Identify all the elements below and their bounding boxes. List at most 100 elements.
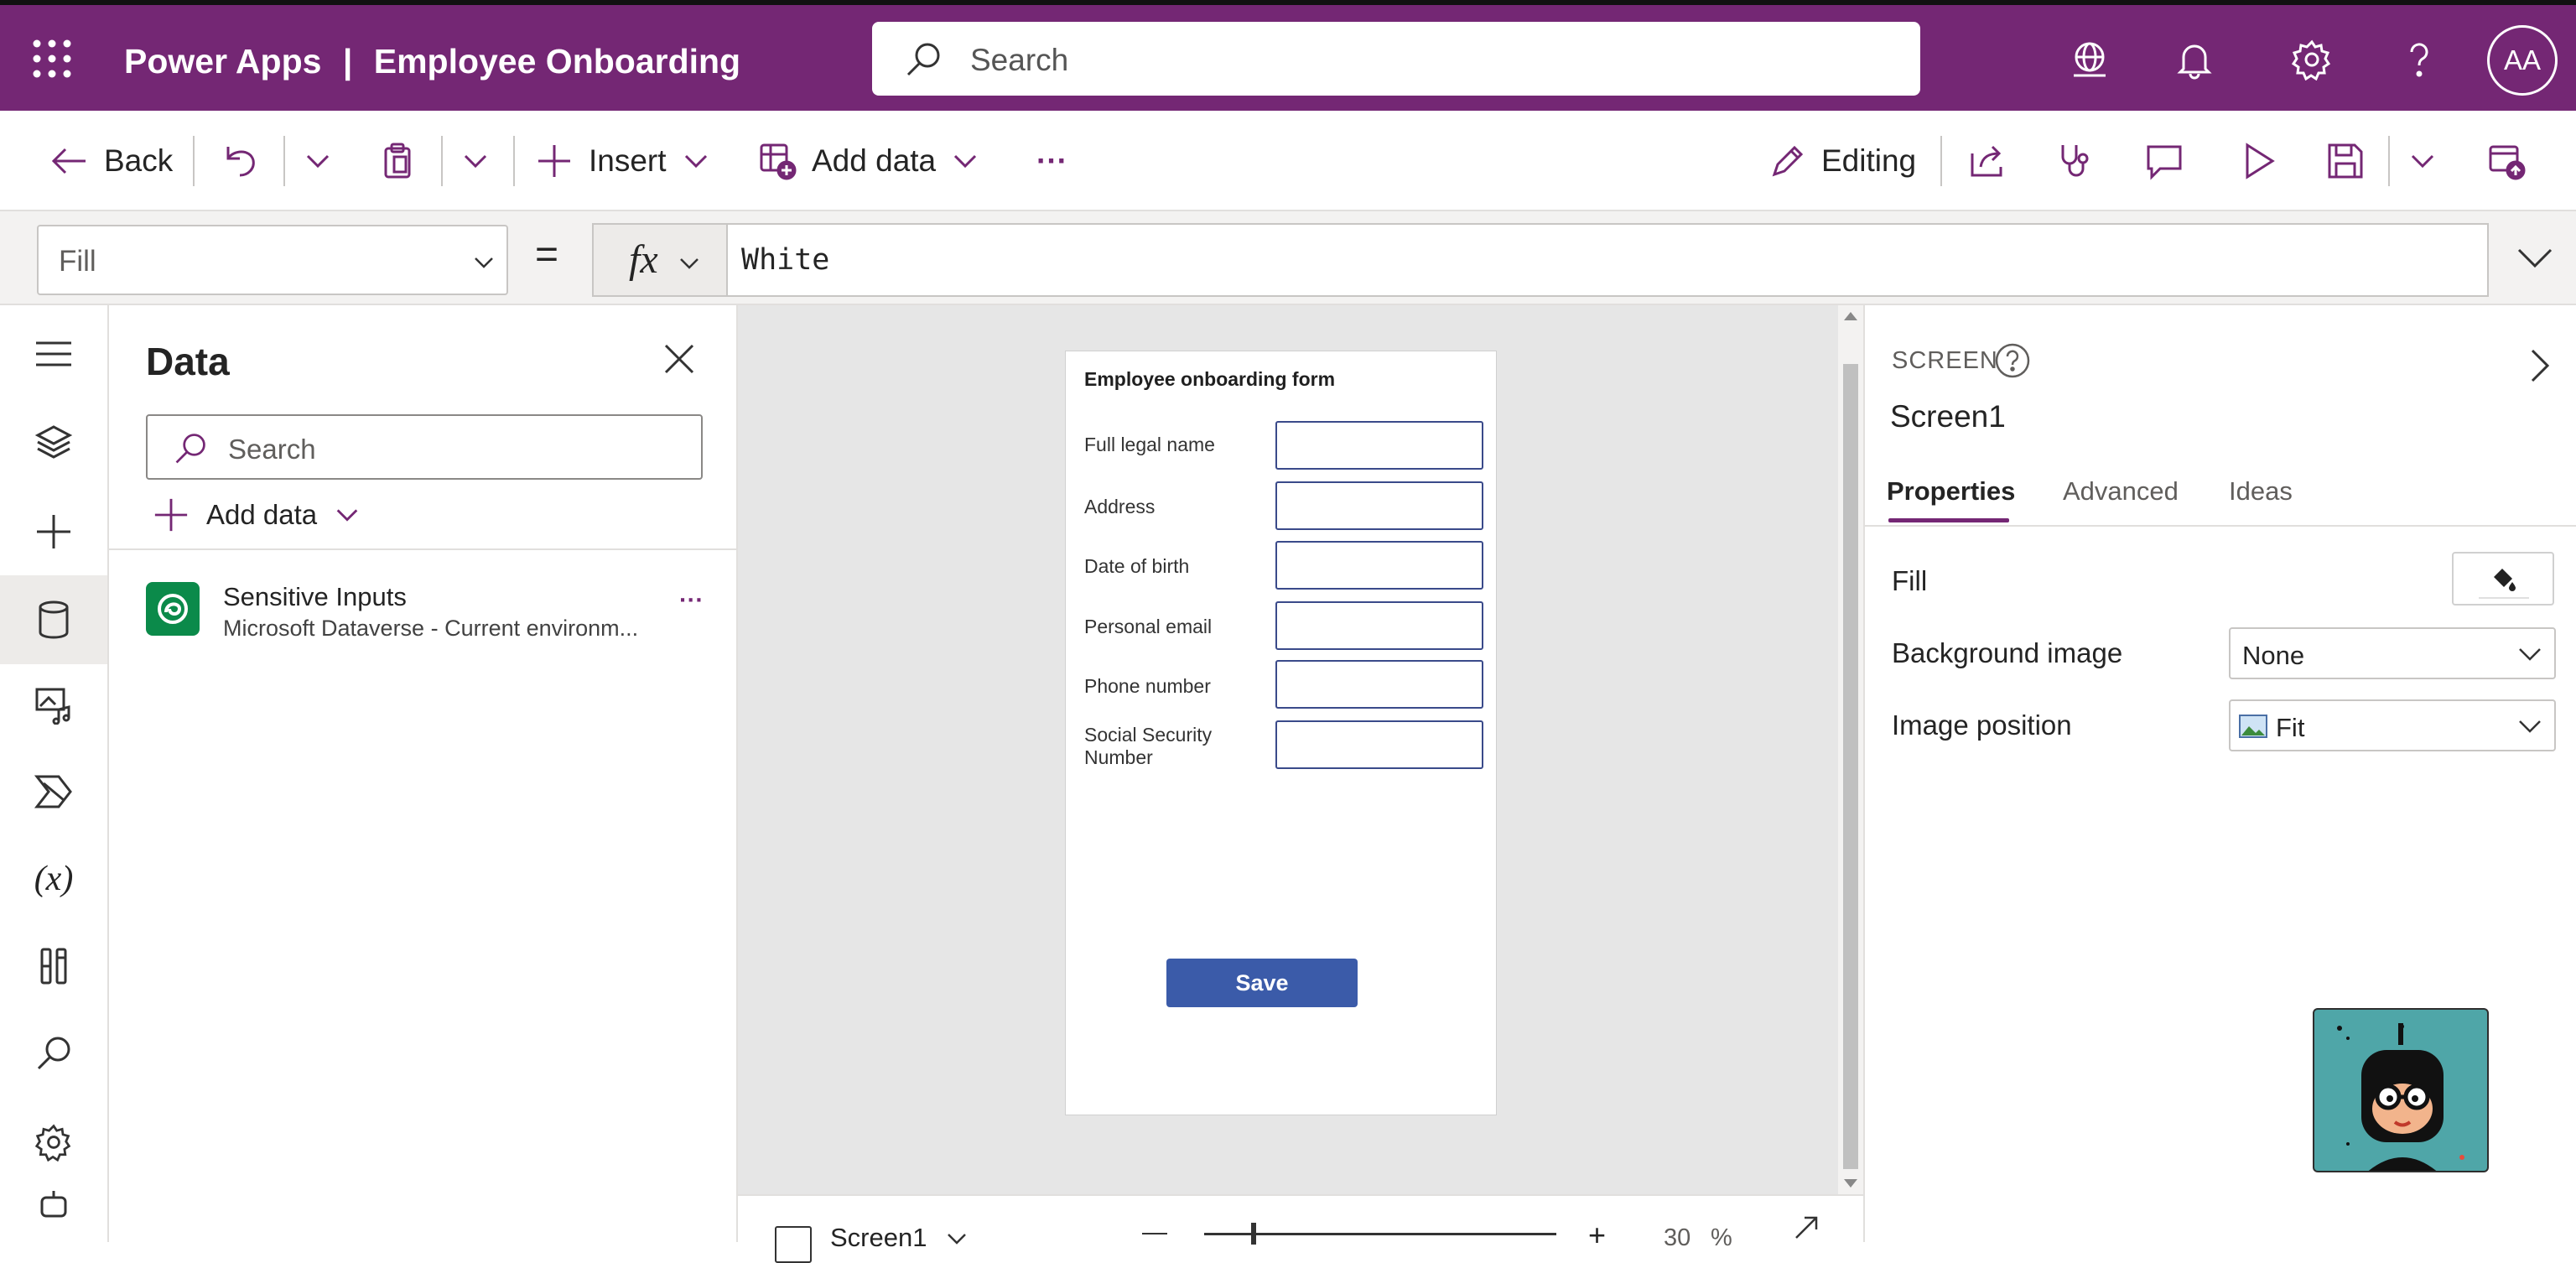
settings-gear-icon[interactable] <box>2291 39 2333 81</box>
paste-button[interactable] <box>379 136 418 186</box>
share-icon[interactable] <box>1967 136 2006 186</box>
insert-plus-icon[interactable] <box>0 491 107 572</box>
form-save-button[interactable]: Save <box>1166 959 1358 1007</box>
add-data-button[interactable]: Add data <box>758 136 979 186</box>
undo-button[interactable] <box>221 136 260 186</box>
separator <box>193 136 195 186</box>
global-search-box[interactable]: Search <box>872 22 1920 96</box>
zoom-out-icon[interactable] <box>1142 1233 1167 1234</box>
more-commands-button[interactable]: ··· <box>1036 136 1067 186</box>
date-of-birth-input[interactable] <box>1275 541 1483 590</box>
add-data-button[interactable]: Add data <box>153 496 361 533</box>
property-selector[interactable]: Fill <box>37 225 508 295</box>
field-label-ssn: Social Security Number <box>1084 724 1213 768</box>
preview-play-icon[interactable] <box>2239 136 2277 186</box>
plus-icon <box>538 145 570 177</box>
hamburger-menu-icon[interactable] <box>0 314 107 394</box>
data-search-input[interactable]: Search <box>146 414 703 480</box>
insert-button[interactable]: Insert <box>535 136 710 186</box>
data-source-item[interactable]: Sensitive Inputs Microsoft Dataverse - C… <box>146 582 716 649</box>
formula-input[interactable]: White <box>726 223 2489 297</box>
add-data-label: Add data <box>812 143 937 178</box>
dataverse-icon <box>146 582 200 636</box>
formula-value: White <box>741 243 830 277</box>
editing-mode-button[interactable]: Editing <box>1769 136 1916 186</box>
separator <box>441 136 443 186</box>
screen-selector-label[interactable]: Screen1 <box>830 1223 927 1253</box>
undo-dropdown-chevron-icon[interactable] <box>304 136 332 186</box>
publish-icon[interactable] <box>2487 136 2526 186</box>
settings-gear-icon[interactable] <box>0 1102 107 1182</box>
image-position-value: Fit <box>2276 713 2305 742</box>
user-avatar[interactable]: AA <box>2487 25 2558 96</box>
left-navigation-rail: (x) <box>0 305 109 1242</box>
zoom-slider-thumb[interactable] <box>1251 1223 1256 1245</box>
tree-view-layers-icon[interactable] <box>0 403 107 483</box>
image-icon <box>2239 715 2267 738</box>
address-input[interactable] <box>1275 481 1483 530</box>
expand-formula-chevron-icon[interactable] <box>2516 243 2554 273</box>
fx-icon: fx <box>629 237 658 282</box>
help-circle-icon[interactable] <box>1994 342 2031 379</box>
canvas-vertical-scrollbar[interactable] <box>1838 305 1863 1194</box>
background-image-dropdown[interactable]: None <box>2229 627 2556 679</box>
chevron-down-icon <box>336 509 358 522</box>
clipboard-icon <box>384 143 411 179</box>
save-icon[interactable] <box>2326 136 2365 186</box>
tab-properties[interactable]: Properties <box>1887 476 2015 507</box>
function-picker[interactable]: fx <box>592 223 726 297</box>
search-icon[interactable] <box>0 1013 107 1094</box>
zoom-value[interactable]: 30 <box>1664 1224 1690 1252</box>
mascot-avatar-image <box>2313 1008 2489 1172</box>
full-legal-name-input[interactable] <box>1275 421 1483 470</box>
formula-bar: Fill = fx White <box>0 211 2576 305</box>
tab-advanced[interactable]: Advanced <box>2063 476 2179 507</box>
fill-color-picker[interactable] <box>2452 552 2554 606</box>
scrollbar-thumb[interactable] <box>1843 364 1858 1169</box>
divider <box>109 548 736 550</box>
selected-screen-name[interactable]: Screen1 <box>1890 399 2006 434</box>
comments-icon[interactable] <box>2145 136 2184 186</box>
undo-icon <box>226 147 255 177</box>
back-button[interactable]: Back <box>49 136 173 186</box>
editing-label: Editing <box>1821 143 1917 178</box>
product-name: Power Apps <box>124 42 322 81</box>
advanced-tools-icon[interactable] <box>0 926 107 1006</box>
environment-icon[interactable] <box>2069 39 2111 81</box>
chevron-down-icon[interactable] <box>944 1226 969 1251</box>
notifications-bell-icon[interactable] <box>2174 39 2215 81</box>
image-position-dropdown[interactable]: Fit <box>2229 699 2556 751</box>
media-icon[interactable] <box>0 664 107 745</box>
help-question-icon[interactable] <box>2398 39 2440 81</box>
data-source-more-button[interactable]: ··· <box>679 587 704 615</box>
app-launcher-icon[interactable] <box>32 39 72 79</box>
app-title: Employee Onboarding <box>373 42 741 81</box>
screen-checkbox[interactable] <box>775 1226 812 1263</box>
chevron-down-icon <box>2519 720 2541 733</box>
collapse-pane-chevron-icon[interactable] <box>2527 347 2553 384</box>
plus-icon <box>154 498 188 532</box>
zoom-in-icon[interactable]: + <box>1588 1218 1606 1253</box>
chevron-down-icon <box>954 154 977 169</box>
variables-icon[interactable]: (x) <box>0 839 107 919</box>
app-checker-stethoscope-icon[interactable] <box>2056 136 2095 186</box>
scroll-up-arrow-icon[interactable] <box>1844 312 1857 320</box>
phone-number-input[interactable] <box>1275 660 1483 709</box>
title-separator: | <box>342 42 353 81</box>
paste-dropdown-chevron-icon[interactable] <box>461 136 490 186</box>
chevron-down-icon <box>684 154 707 169</box>
save-dropdown-chevron-icon[interactable] <box>2408 136 2437 186</box>
app-screen-preview[interactable]: Employee onboarding form Full legal name… <box>1065 351 1497 1115</box>
personal-email-input[interactable] <box>1275 601 1483 650</box>
scroll-down-arrow-icon[interactable] <box>1844 1179 1857 1188</box>
power-automate-icon[interactable] <box>0 751 107 832</box>
tab-ideas[interactable]: Ideas <box>2229 476 2293 507</box>
back-arrow-icon <box>51 148 86 174</box>
zoom-slider[interactable] <box>1204 1233 1556 1235</box>
copilot-bot-icon[interactable] <box>0 1189 107 1240</box>
close-icon[interactable] <box>662 342 696 376</box>
fit-to-window-icon[interactable] <box>1793 1214 1820 1241</box>
control-type-label: SCREEN <box>1892 347 1998 374</box>
ssn-input[interactable] <box>1275 720 1483 769</box>
data-cylinder-icon[interactable] <box>0 575 107 664</box>
